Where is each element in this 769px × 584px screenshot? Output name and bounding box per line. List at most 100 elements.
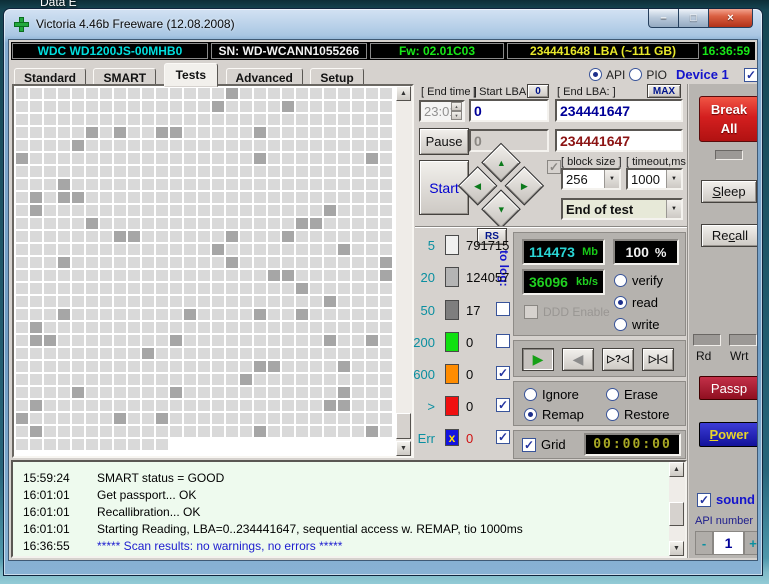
- write-radio[interactable]: [614, 318, 627, 331]
- scrollbar-thumb[interactable]: [669, 502, 684, 526]
- remap-radio[interactable]: [524, 408, 537, 421]
- legend-color-box: [445, 332, 459, 352]
- window-title: Victoria 4.46b Freeware (12.08.2008): [36, 17, 235, 31]
- passp-button[interactable]: Passp: [699, 376, 758, 400]
- end-time-spinner[interactable]: 23:01 ▲ ▼: [419, 100, 465, 122]
- pio-radio[interactable]: [629, 68, 642, 81]
- legend-color-box: [445, 235, 459, 255]
- break-all-button[interactable]: BreakAll: [699, 96, 758, 142]
- api-minus-button[interactable]: -: [695, 531, 713, 555]
- elapsed-timer-display: 00:00:00: [584, 433, 681, 456]
- end-lba-label: [ End LBA: ]: [557, 86, 616, 98]
- legend-label: 20: [407, 270, 435, 285]
- end-lba-mirror-field: 234441647: [555, 129, 683, 152]
- spin-up-icon[interactable]: ▲: [451, 102, 462, 111]
- ignore-option[interactable]: Ignore: [524, 387, 579, 402]
- legend-value: 17: [466, 303, 480, 318]
- write-indicator: [729, 334, 757, 346]
- legend-value: 124057: [466, 270, 509, 285]
- to-log-checkbox-200[interactable]: [496, 334, 510, 348]
- scroll-up-icon[interactable]: ▲: [669, 462, 684, 477]
- mode-group: API PIO Device 1: [589, 67, 729, 82]
- sound-option[interactable]: ✓ sound: [697, 492, 755, 507]
- dropdown-icon[interactable]: ▼: [666, 200, 681, 218]
- scroll-down-icon[interactable]: ▼: [669, 541, 684, 556]
- arrow-down-icon: ▼: [497, 204, 506, 214]
- restore-option[interactable]: Restore: [606, 407, 670, 422]
- log-entry: 16:01:01Recallibration... OK: [13, 503, 685, 520]
- grid-option[interactable]: ✓ Grid: [522, 437, 566, 452]
- api-plus-button[interactable]: +: [744, 531, 758, 555]
- write-option[interactable]: write: [614, 317, 659, 332]
- dropdown-icon[interactable]: ▼: [604, 170, 619, 188]
- sound-checkbox[interactable]: ✓: [697, 493, 711, 507]
- power-button[interactable]: Power: [699, 422, 758, 447]
- log-entry: 15:59:24SMART status = GOOD: [13, 469, 685, 486]
- max-button[interactable]: MAX: [647, 84, 681, 98]
- api-radio[interactable]: [589, 68, 602, 81]
- arrow-right-icon: ▶: [521, 180, 528, 191]
- title-bar[interactable]: Victoria 4.46b Freeware (12.08.2008) – □…: [4, 9, 762, 39]
- api-number-stepper: - 1 +: [695, 531, 758, 555]
- ddd-enable-label: DDD Enable: [543, 305, 610, 319]
- to-log-checkbox-50[interactable]: [496, 302, 510, 316]
- start-lba-input[interactable]: 0: [469, 99, 549, 122]
- verify-radio[interactable]: [614, 274, 627, 287]
- grid-checkbox[interactable]: ✓: [522, 438, 536, 452]
- tab-tests[interactable]: Tests: [164, 63, 218, 87]
- seek-end-button[interactable]: ▷|◁: [642, 348, 674, 371]
- legend-label: Err: [407, 431, 435, 446]
- log-scrollbar[interactable]: ▲ ▼: [669, 462, 685, 556]
- read-indicator: [693, 334, 721, 346]
- end-time-label: [ End time ]: [421, 86, 477, 98]
- legend-color-box: [445, 364, 459, 384]
- mb-display: 114473 Mb: [522, 239, 605, 265]
- legend-value: 0: [466, 399, 473, 414]
- verify-option[interactable]: verify: [614, 273, 663, 288]
- grid-timer-panel: ✓ Grid 00:00:00: [513, 430, 686, 459]
- back-button[interactable]: ◀: [562, 348, 594, 371]
- end-action-select[interactable]: End of test ▼: [561, 198, 683, 220]
- scroll-up-icon[interactable]: ▲: [396, 86, 411, 101]
- drive-capacity: 234441648 LBA (~111 GB): [507, 43, 699, 59]
- erase-radio[interactable]: [606, 388, 619, 401]
- start-lba-zero-button[interactable]: 0: [527, 84, 549, 98]
- legend-value: 791715: [466, 238, 509, 253]
- legend-label: 600: [407, 367, 435, 382]
- dropdown-icon[interactable]: ▼: [666, 170, 681, 188]
- legend-color-box: [445, 300, 459, 320]
- maximize-button[interactable]: □: [679, 9, 708, 28]
- busy-indicator: [715, 150, 743, 160]
- pio-label: PIO: [646, 68, 667, 82]
- erase-option[interactable]: Erase: [606, 387, 658, 402]
- timeout-select[interactable]: 1000 ▼: [626, 168, 683, 190]
- to-log-checkbox-err[interactable]: ✓: [496, 430, 510, 444]
- close-button[interactable]: ×: [708, 9, 753, 28]
- read-radio[interactable]: [614, 296, 627, 309]
- minimize-button[interactable]: –: [648, 9, 679, 28]
- remap-option[interactable]: Remap: [524, 407, 584, 422]
- ddd-enable-checkbox: [524, 305, 538, 319]
- legend-label: 5: [407, 238, 435, 253]
- block-size-select[interactable]: 256 ▼: [561, 168, 621, 190]
- to-log-checkbox-600[interactable]: ✓: [496, 366, 510, 380]
- spin-down-icon[interactable]: ▼: [451, 111, 462, 120]
- time-spin-buttons[interactable]: ▲ ▼: [451, 102, 462, 120]
- ignore-radio[interactable]: [524, 388, 537, 401]
- arrow-left-icon: ◀: [474, 180, 481, 191]
- verify-seek-button[interactable]: ▷?◁: [602, 348, 634, 371]
- restore-radio[interactable]: [606, 408, 619, 421]
- recall-button[interactable]: Recall: [701, 224, 758, 247]
- app-window: Victoria 4.46b Freeware (12.08.2008) – □…: [3, 8, 763, 576]
- scan-block-map: ▲ ▼: [12, 84, 414, 458]
- sleep-button[interactable]: Sleep: [701, 180, 757, 203]
- log-entry: 16:01:01Get passport... OK: [13, 486, 685, 503]
- pause-button[interactable]: Pause: [419, 128, 469, 155]
- hints-checkbox[interactable]: ✓: [744, 68, 758, 82]
- to-log-checkbox-gt[interactable]: ✓: [496, 398, 510, 412]
- block-size-label: [ block size ]: [561, 156, 622, 168]
- play-button[interactable]: ▶: [522, 348, 554, 371]
- drive-info-bar: WDC WD1200JS-00MHB0 SN: WD-WCANN1055266 …: [11, 42, 755, 60]
- read-option[interactable]: read: [614, 295, 658, 310]
- end-lba-input[interactable]: 234441647: [555, 99, 683, 122]
